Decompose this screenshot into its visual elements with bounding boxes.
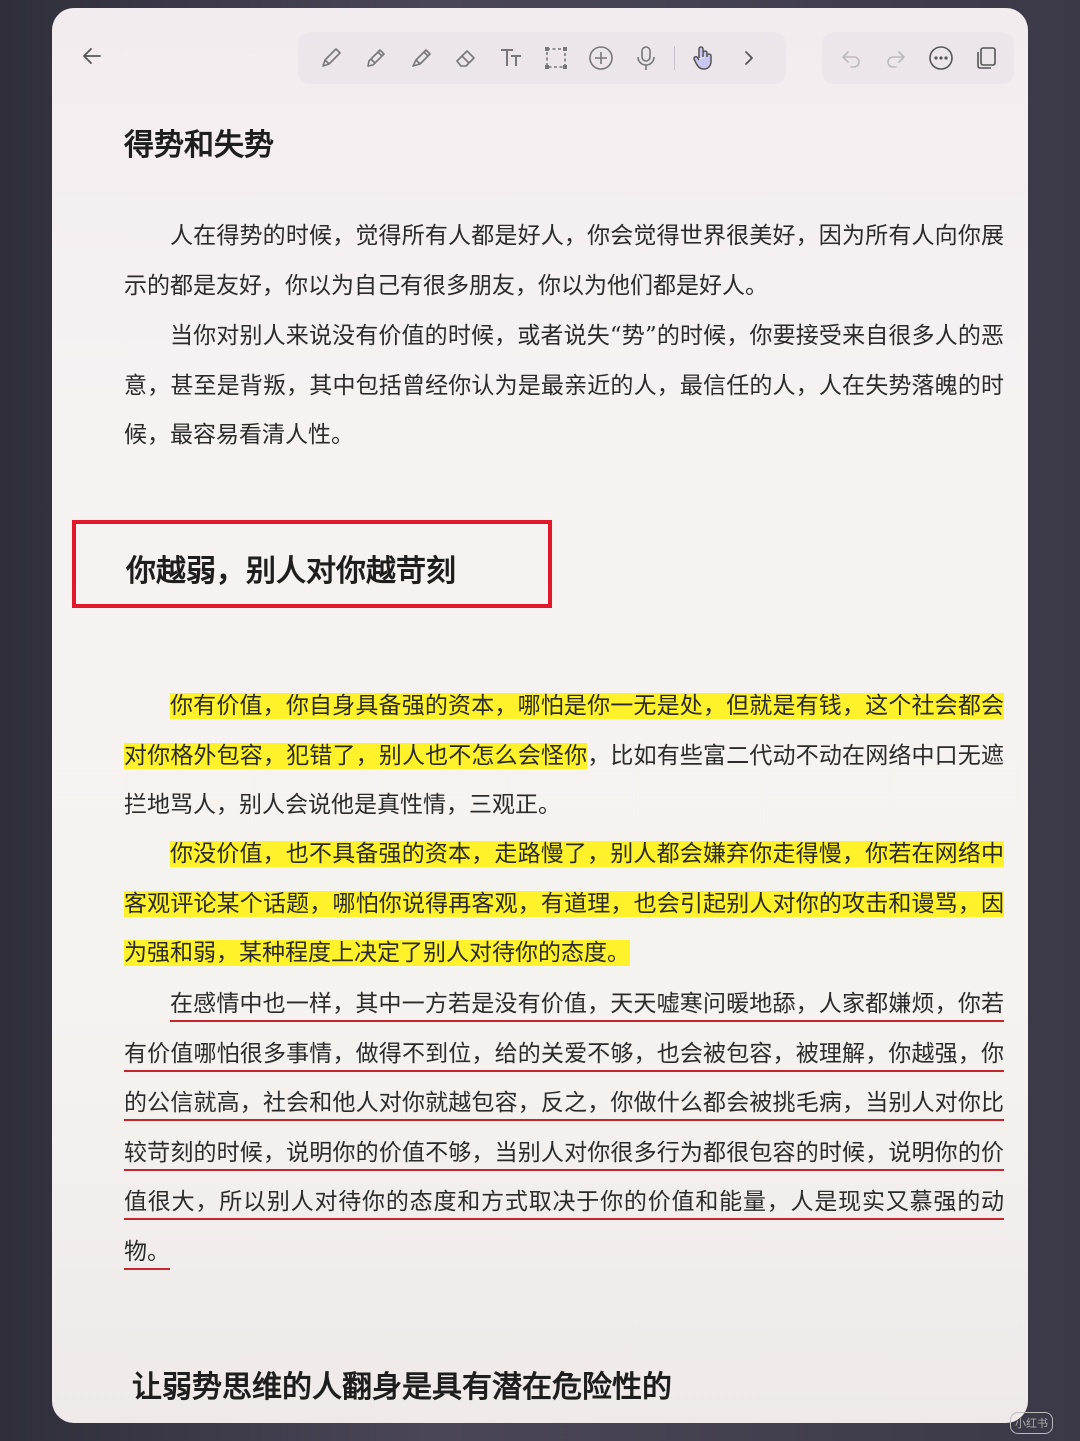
section-heading-2: 你越弱，别人对你越苛刻	[126, 554, 456, 589]
redo-button[interactable]	[876, 36, 916, 80]
drawing-toolbar	[298, 32, 786, 84]
section-heading-1: 得势和失势	[124, 128, 274, 163]
note-page: 得势和失势 人在得势的时候，觉得所有人都是好人，你会觉得世界很美好，因为所有人向…	[52, 8, 1028, 1423]
undo-icon	[839, 46, 863, 70]
touch-mode-button[interactable]	[681, 36, 726, 80]
redo-icon	[884, 46, 908, 70]
insert-button[interactable]	[578, 36, 623, 80]
arrow-left-icon	[80, 44, 104, 68]
device-frame: 得势和失势 人在得势的时候，觉得所有人都是好人，你会觉得世界很美好，因为所有人向…	[0, 0, 1080, 1441]
section-heading-3: 让弱势思维的人翻身是具有潜在危险性的	[132, 1370, 672, 1405]
paragraph-1: 人在得势的时候，觉得所有人都是好人，你会觉得世界很美好，因为所有人向你展示的都是…	[124, 223, 1004, 299]
more-tools-button[interactable]	[726, 36, 771, 80]
text-tool-button[interactable]	[488, 36, 533, 80]
toolbar-divider	[674, 46, 675, 70]
voice-button[interactable]	[623, 36, 668, 80]
pen-tool-button[interactable]	[353, 36, 398, 80]
paragraph-2: 当你对别人来说没有价值的时候，或者说失“势”的时候，你要接受来自很多人的恶意，甚…	[124, 323, 1004, 448]
lasso-select-icon	[542, 44, 570, 72]
pencil-tool-button[interactable]	[308, 36, 353, 80]
more-icon	[927, 44, 955, 72]
microphone-icon	[632, 44, 660, 72]
back-button[interactable]	[72, 36, 112, 76]
pages-button[interactable]	[966, 36, 1006, 80]
paragraph-3: 你有价值，你自身具备强的资本，哪怕是你一无是处，但就是有钱，这个社会都会对你格外…	[124, 682, 1004, 831]
highlighted-text: 你没价值，也不具备强的资本，走路慢了，别人都会嫌弃你走得慢，你若在网络中客观评论…	[124, 841, 1004, 966]
text-tool-icon	[497, 44, 525, 72]
underlined-text: 在感情中也一样，其中一方若是没有价值，天天嘘寒问暖地舔，人家都嫌烦，你若有价值哪…	[124, 991, 1004, 1265]
eraser-tool-button[interactable]	[443, 36, 488, 80]
chevron-right-icon	[738, 47, 760, 69]
touch-hand-icon	[690, 44, 718, 72]
undo-button[interactable]	[831, 36, 871, 80]
watermark-logo: 小红书	[1010, 1412, 1053, 1434]
highlighter-icon	[407, 44, 435, 72]
eraser-icon	[452, 44, 480, 72]
pen-icon	[362, 44, 390, 72]
paragraph-5: 在感情中也一样，其中一方若是没有价值，天天嘘寒问暖地舔，人家都嫌烦，你若有价值哪…	[124, 980, 1004, 1277]
paragraph-4: 你没价值，也不具备强的资本，走路慢了，别人都会嫌弃你走得慢，你若在网络中客观评论…	[124, 830, 1004, 979]
more-options-button[interactable]	[921, 36, 961, 80]
add-icon	[587, 44, 615, 72]
history-toolbar	[822, 32, 1014, 84]
pencil-icon	[317, 44, 345, 72]
copy-pages-icon	[972, 44, 1000, 72]
highlighter-tool-button[interactable]	[398, 36, 443, 80]
lasso-select-button[interactable]	[533, 36, 578, 80]
